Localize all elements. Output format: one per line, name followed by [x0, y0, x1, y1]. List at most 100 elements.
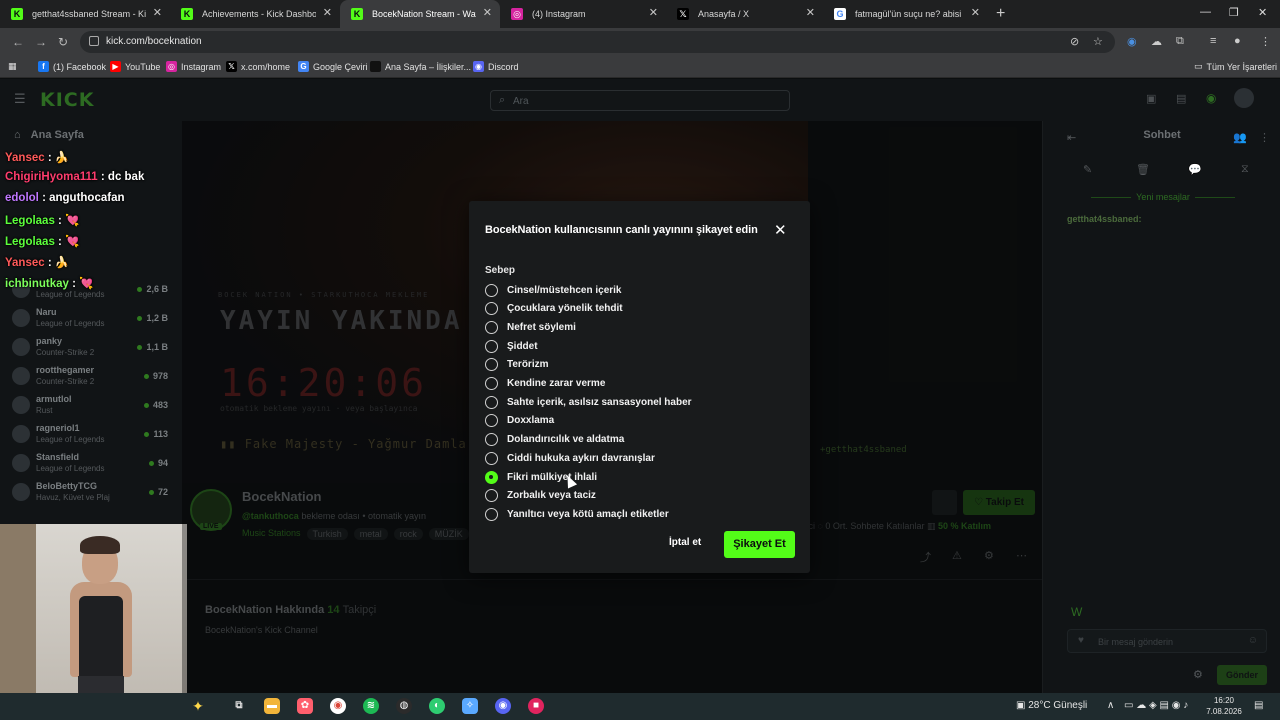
- new-tab-button[interactable]: +: [996, 5, 1005, 23]
- submit-report-button[interactable]: Şikayet Et: [724, 531, 795, 558]
- close-tab-icon[interactable]: ✕: [153, 6, 162, 19]
- radio-button[interactable]: [485, 489, 498, 503]
- obs-icon[interactable]: ◍: [396, 698, 412, 714]
- radio-button[interactable]: [485, 377, 498, 390]
- reason-option[interactable]: Fikri mülkiyet ihlali: [485, 469, 785, 485]
- bookmark-item[interactable]: G Google Çeviri: [298, 61, 368, 72]
- sidebar-channel[interactable]: rootthegamer Counter-Strike 2 978: [10, 363, 178, 391]
- studio-icon[interactable]: ▣: [1146, 92, 1156, 105]
- radio-button[interactable]: [485, 414, 498, 428]
- close-tab-icon[interactable]: ✕: [649, 6, 658, 19]
- taskbar-clock[interactable]: 16:20 7.08.2026: [1202, 695, 1246, 717]
- tray-icons[interactable]: ▭ ☁ ◈ ▤ ◉ ♪: [1124, 700, 1188, 711]
- reason-option[interactable]: Şiddet: [485, 338, 785, 354]
- reason-option[interactable]: Ciddi hukuka aykırı davranışlar: [485, 450, 785, 466]
- browser-tab[interactable]: K Achievements - Kick Dashboard ✕: [170, 0, 340, 28]
- radio-button[interactable]: [485, 433, 498, 447]
- widgets-icon[interactable]: ✦: [190, 698, 206, 714]
- dashboard-icon[interactable]: ▤: [1176, 92, 1186, 105]
- discord-icon[interactable]: ◉: [495, 698, 511, 714]
- radio-button[interactable]: [485, 283, 498, 297]
- tray-expand-icon[interactable]: ∧: [1107, 700, 1114, 711]
- extension-icon[interactable]: ◉: [1127, 35, 1137, 48]
- browser-tab[interactable]: Kgetthat4ssbaned Stream - Kick ✕: [0, 0, 170, 28]
- browser-tab[interactable]: ◎ (4) Instagram ✕: [500, 0, 666, 28]
- reason-option[interactable]: Kendine zarar verme: [485, 376, 785, 392]
- radio-button[interactable]: [485, 395, 498, 409]
- search-input[interactable]: ⌕ Ara: [490, 90, 790, 111]
- sidebar-item-home[interactable]: ⌂ Ana Sayfa: [14, 129, 84, 141]
- back-icon[interactable]: ←: [12, 35, 24, 49]
- close-tab-icon[interactable]: ✕: [806, 6, 815, 19]
- trash-icon[interactable]: 🗑: [1136, 163, 1150, 176]
- reason-option[interactable]: Zorbalık veya taciz: [485, 488, 785, 504]
- spotify-icon[interactable]: ≋: [363, 698, 379, 714]
- send-button[interactable]: Gönder: [1217, 665, 1267, 685]
- file-explorer-icon[interactable]: ▬: [264, 698, 280, 714]
- user-avatar[interactable]: [1234, 88, 1254, 108]
- apps-grid-icon[interactable]: ▦: [8, 61, 17, 72]
- chat-settings-icon[interactable]: ⚙: [1193, 668, 1203, 681]
- reason-option[interactable]: Çocuklara yönelik tehdit: [485, 301, 785, 317]
- bookmark-star-icon[interactable]: ☆: [1093, 35, 1103, 48]
- browser-menu-icon[interactable]: ⋮: [1260, 35, 1271, 48]
- reason-option[interactable]: Dolandırıcılık ve aldatma: [485, 432, 785, 448]
- task-view-icon[interactable]: ⧉: [231, 698, 247, 714]
- sidebar-channel[interactable]: Stansfield League of Legends 94: [10, 450, 178, 478]
- chat-menu-icon[interactable]: ⋮: [1259, 131, 1270, 144]
- reason-option[interactable]: Cinsel/müstehcen içerik: [485, 282, 785, 298]
- sidebar-channel[interactable]: BeloBettyTCG Havuz, Küvet ve Plaj 72: [10, 479, 178, 507]
- close-icon[interactable]: ✕: [774, 221, 787, 239]
- emote-w[interactable]: W: [1071, 605, 1086, 619]
- radio-button[interactable]: [485, 358, 498, 372]
- reason-option[interactable]: Terörizm: [485, 357, 785, 373]
- browser-tab[interactable]: Gfatmagül'ün suçu ne? abisi - Go ✕: [823, 0, 988, 28]
- kick-logo[interactable]: KICK: [40, 89, 94, 111]
- browser-tab[interactable]: K BocekNation Stream - Watch Li ✕: [340, 0, 500, 28]
- badge-icon[interactable]: ♥: [1078, 635, 1084, 646]
- bookmark-item[interactable]: f (1) Facebook: [38, 61, 106, 72]
- bookmark-item[interactable]: ◎ Instagram: [166, 61, 221, 72]
- radio-button[interactable]: [485, 470, 498, 484]
- url-text[interactable]: kick.com/boceknation: [106, 36, 202, 47]
- close-tab-icon[interactable]: ✕: [323, 6, 332, 19]
- close-tab-icon[interactable]: ✕: [971, 6, 980, 19]
- cancel-button[interactable]: İptal et: [669, 537, 701, 548]
- bookmark-item[interactable]: ▶ YouTube: [110, 61, 160, 72]
- reason-option[interactable]: Yanıltıcı veya kötü amaçlı etiketler: [485, 506, 785, 522]
- radio-button[interactable]: [485, 339, 498, 353]
- app-icon[interactable]: ◐: [429, 698, 445, 714]
- notification-icon[interactable]: ▤: [1254, 700, 1263, 711]
- bookmark-item[interactable]: Ana Sayfa – İlişkiler...: [370, 61, 471, 72]
- restore-icon[interactable]: ❐: [1229, 6, 1239, 19]
- radio-button[interactable]: [485, 320, 498, 334]
- emote-bar[interactable]: W: [1071, 605, 1086, 619]
- reload-icon[interactable]: ↻: [58, 35, 68, 49]
- reading-list-icon[interactable]: ≡: [1210, 35, 1216, 47]
- close-window-icon[interactable]: ✕: [1258, 6, 1267, 19]
- extension-icon[interactable]: ☁: [1151, 35, 1162, 48]
- reason-option[interactable]: Sahte içerik, asılsız sansasyonel haber: [485, 394, 785, 410]
- app-icon[interactable]: ■: [528, 698, 544, 714]
- reason-option[interactable]: Nefret söylemi: [485, 319, 785, 335]
- radio-button[interactable]: [485, 507, 498, 521]
- browser-tab[interactable]: 𝕏 Anasayfa / X ✕: [666, 0, 823, 28]
- weather-widget[interactable]: ▣ 28°C Güneşli: [1016, 700, 1087, 711]
- chrome-icon[interactable]: ◉: [330, 698, 346, 714]
- chat-input[interactable]: ♥ Bir mesaj gönderin ☺: [1067, 629, 1267, 653]
- profile-avatar[interactable]: ●: [1234, 35, 1241, 47]
- close-tab-icon[interactable]: ✕: [483, 6, 492, 19]
- bookmark-item[interactable]: 𝕏x.com/home: [226, 61, 290, 72]
- radio-button[interactable]: [485, 302, 498, 316]
- sidebar-channel[interactable]: ragneriol1 League of Legends 113: [10, 421, 178, 449]
- extensions-puzzle-icon[interactable]: ⧉: [1176, 35, 1184, 48]
- sidebar-channel[interactable]: Naru League of Legends 1,2 B: [10, 305, 178, 333]
- all-bookmarks[interactable]: ▭ Tüm Yer İşaretleri: [1194, 61, 1277, 72]
- timer-icon[interactable]: ⧖: [1241, 163, 1249, 176]
- minimize-icon[interactable]: —: [1200, 6, 1211, 18]
- pin-icon[interactable]: ✎: [1083, 163, 1092, 176]
- sidebar-channel[interactable]: panky Counter-Strike 2 1,1 B: [10, 334, 178, 362]
- emoji-icon[interactable]: ☺: [1248, 635, 1258, 646]
- chat-users-icon[interactable]: 👥: [1233, 131, 1247, 144]
- hamburger-menu-icon[interactable]: ☰: [14, 91, 26, 107]
